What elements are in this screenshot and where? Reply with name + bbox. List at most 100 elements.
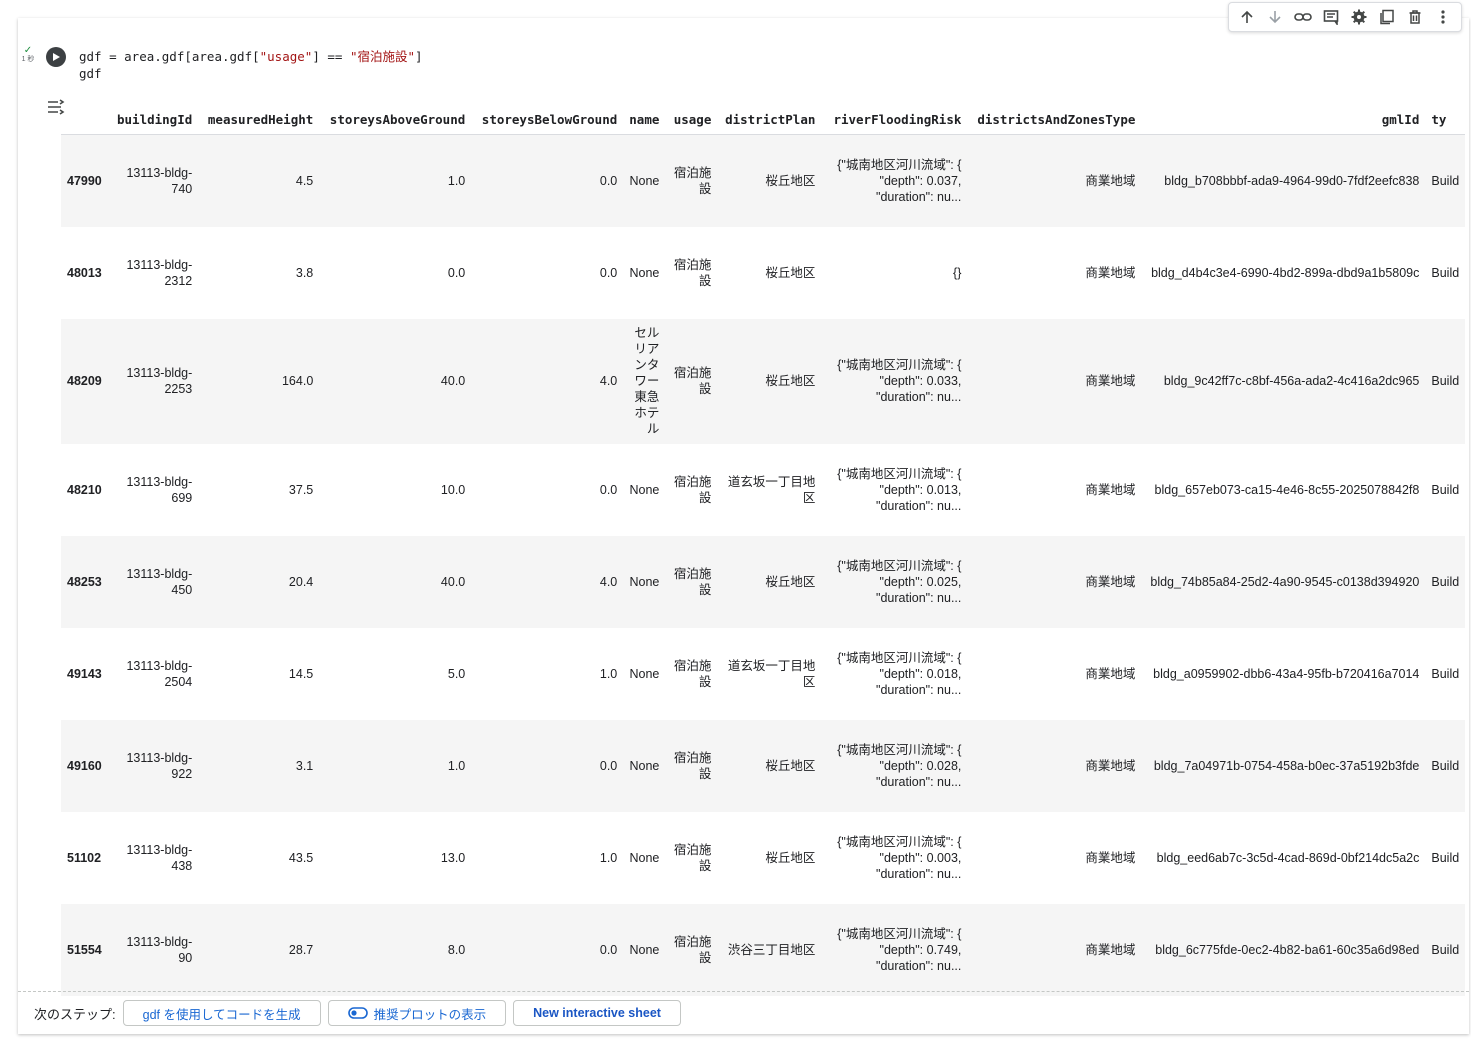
column-header-districtsAndZonesType: districtsAndZonesType (967, 90, 1142, 135)
arrow-up-icon[interactable] (1236, 6, 1258, 28)
cell-buildingId: 13113-bldg-740 (111, 134, 199, 227)
generate-code-button[interactable]: gdf を使用してコードを生成 (122, 1000, 321, 1026)
cell-measuredHeight: 164.0 (198, 318, 320, 444)
column-header-storeysBelowGround: storeysBelowGround (471, 90, 624, 135)
cell-usage: 宿泊施設 (665, 318, 718, 444)
cell-districtPlan: 道玄坂一丁目地区 (717, 443, 822, 536)
cell-riverFloodingRisk: {"城南地区河川流域": { "depth": 0.037, "duration… (821, 134, 968, 227)
cell-storeysAboveGround: 40.0 (319, 535, 472, 628)
cell-districtsAndZonesType: 商業地域 (967, 318, 1142, 444)
exec-time: 1 秒 (21, 56, 35, 63)
cell-usage: 宿泊施設 (665, 903, 718, 996)
cell-districtsAndZonesType: 商業地域 (967, 134, 1142, 227)
cell-storeysAboveGround: 1.0 (319, 719, 472, 812)
cell-toolbar (1228, 2, 1462, 32)
table-row: 48013 13113-bldg-2312 3.8 0.0 0.0 None 宿泊施設 桜丘地… (61, 226, 1466, 319)
cell-type: Build (1425, 719, 1466, 812)
cell-gmlId: bldg_b708bbbf-ada9-4964-99d0-7fdf2eefc83… (1141, 134, 1426, 227)
cell-districtPlan: 道玄坂一丁目地区 (717, 627, 822, 720)
cell-index: 51554 (61, 903, 111, 996)
cell-storeysBelowGround: 0.0 (471, 719, 624, 812)
footer-divider (18, 991, 1469, 992)
cell-type: Build (1425, 226, 1466, 319)
cell-districtsAndZonesType: 商業地域 (967, 903, 1142, 996)
cell-type: Build (1425, 903, 1466, 996)
cell-gmlId: bldg_d4b4c3e4-6990-4bd2-899a-dbd9a1b5809… (1141, 226, 1426, 319)
more-vert-icon[interactable] (1432, 6, 1454, 28)
cell-name: None (623, 535, 666, 628)
cell-gmlId: bldg_657eb073-ca15-4e46-8c55-2025078842f… (1141, 443, 1426, 536)
run-cell-button[interactable] (46, 47, 66, 67)
cell-type: Build (1425, 318, 1466, 444)
column-header-name: name (623, 90, 666, 135)
cell-buildingId: 13113-bldg-699 (111, 443, 199, 536)
column-header-storeysAboveGround: storeysAboveGround (319, 90, 472, 135)
comment-icon[interactable] (1320, 6, 1342, 28)
cell-districtPlan: 桜丘地区 (717, 811, 822, 904)
cell-districtsAndZonesType: 商業地域 (967, 627, 1142, 720)
cell-districtPlan: 桜丘地区 (717, 226, 822, 319)
cell-index: 48253 (61, 535, 111, 628)
column-header-type: ty (1425, 90, 1466, 135)
cell-districtsAndZonesType: 商業地域 (967, 719, 1142, 812)
cell-buildingId: 13113-bldg-2312 (111, 226, 199, 319)
cell-riverFloodingRisk: {"城南地区河川流域": { "depth": 0.003, "duration… (821, 811, 968, 904)
cell-type: Build (1425, 535, 1466, 628)
cell-storeysBelowGround: 0.0 (471, 226, 624, 319)
table-row: 49143 13113-bldg-2504 14.5 5.0 1.0 None 宿泊施設 道玄… (61, 627, 1466, 720)
new-interactive-sheet-button[interactable]: New interactive sheet (513, 1000, 681, 1026)
cell-riverFloodingRisk: {"城南地区河川流域": { "depth": 0.025, "duration… (821, 535, 968, 628)
cell-name: None (623, 719, 666, 812)
cell-type: Build (1425, 134, 1466, 227)
cell-index: 48013 (61, 226, 111, 319)
cell-districtPlan: 桜丘地区 (717, 719, 822, 812)
column-header-buildingId: buildingId (111, 90, 199, 135)
cell-districtsAndZonesType: 商業地域 (967, 443, 1142, 536)
cell-index: 48209 (61, 318, 111, 444)
cell-storeysAboveGround: 40.0 (319, 318, 472, 444)
cell-index: 51102 (61, 811, 111, 904)
cell-measuredHeight: 3.1 (198, 719, 320, 812)
cell-storeysBelowGround: 0.0 (471, 443, 624, 536)
cell-riverFloodingRisk: {"城南地区河川流域": { "depth": 0.018, "duration… (821, 627, 968, 720)
arrow-down-icon[interactable] (1264, 6, 1286, 28)
cell-storeysBelowGround: 4.0 (471, 318, 624, 444)
mirror-cell-icon[interactable] (1376, 6, 1398, 28)
cell-usage: 宿泊施設 (665, 134, 718, 227)
play-icon (53, 53, 60, 61)
column-header-usage: usage (665, 90, 718, 135)
cell-measuredHeight: 43.5 (198, 811, 320, 904)
dataframe-output: buildingId measuredHeight storeysAboveGrou… (61, 90, 1469, 1008)
cell-measuredHeight: 3.8 (198, 226, 320, 319)
trash-icon[interactable] (1404, 6, 1426, 28)
cell-buildingId: 13113-bldg-438 (111, 811, 199, 904)
column-header-index (61, 90, 111, 135)
cell-storeysAboveGround: 5.0 (319, 627, 472, 720)
next-steps-bar: 次のステップ: gdf を使用してコードを生成 推奨プロットの表示 New in… (34, 1000, 681, 1026)
cell-name: セルリアンタワー東急ホテル (623, 318, 666, 444)
cell-measuredHeight: 37.5 (198, 443, 320, 536)
cell-districtPlan: 渋谷三丁目地区 (717, 903, 822, 996)
recommended-plots-button[interactable]: 推奨プロットの表示 (327, 1000, 507, 1026)
cell-type: Build (1425, 443, 1466, 536)
cell-measuredHeight: 4.5 (198, 134, 320, 227)
cell-districtPlan: 桜丘地区 (717, 134, 822, 227)
cell-usage: 宿泊施設 (665, 627, 718, 720)
cell-gmlId: bldg_6c775fde-0ec2-4b82-ba61-60c35a6d98e… (1141, 903, 1426, 996)
cell-measuredHeight: 28.7 (198, 903, 320, 996)
cell-name: None (623, 903, 666, 996)
table-row: 48209 13113-bldg-2253 164.0 40.0 4.0 セルリアンタワー… (61, 318, 1466, 444)
link-icon[interactable] (1292, 6, 1314, 28)
gear-icon[interactable] (1348, 6, 1370, 28)
cell-storeysBelowGround: 1.0 (471, 627, 624, 720)
cell-storeysAboveGround: 0.0 (319, 226, 472, 319)
column-header-measuredHeight: measuredHeight (198, 90, 320, 135)
cell-buildingId: 13113-bldg-2504 (111, 627, 199, 720)
cell-gmlId: bldg_eed6ab7c-3c5d-4cad-869d-0bf214dc5a2… (1141, 811, 1426, 904)
code-editor[interactable]: gdf = area.gdf[area.gdf["usage"] == "宿泊施… (79, 48, 423, 82)
column-header-riverFloodingRisk: riverFloodingRisk (821, 90, 968, 135)
cell-gmlId: bldg_a0959902-dbb6-43a4-95fb-b720416a701… (1141, 627, 1426, 720)
cell-type: Build (1425, 627, 1466, 720)
table-row: 48210 13113-bldg-699 37.5 10.0 0.0 None 宿泊施設 道玄… (61, 443, 1466, 536)
cell-usage: 宿泊施設 (665, 443, 718, 536)
